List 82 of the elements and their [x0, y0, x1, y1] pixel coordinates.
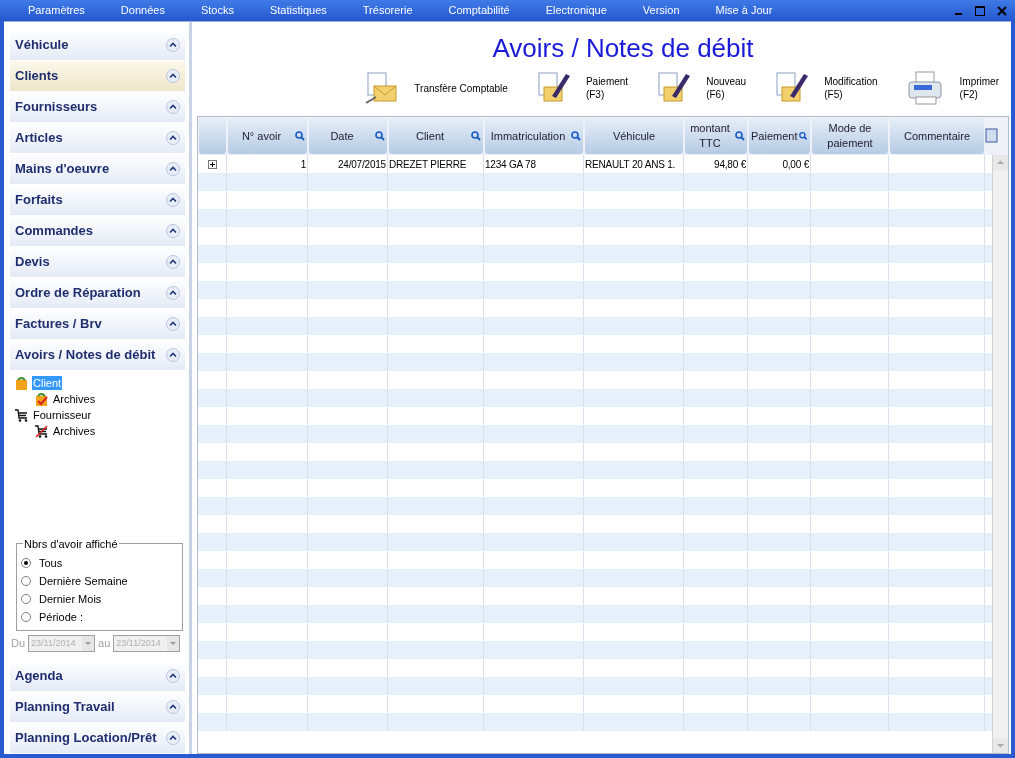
search-icon[interactable] [799, 131, 808, 141]
menu-item[interactable]: Mise à Jour [715, 2, 773, 19]
sidebar-section[interactable]: Agenda [10, 661, 185, 691]
radio-label: Période : [39, 609, 84, 625]
collapse-icon[interactable] [166, 224, 180, 238]
section-label: Forfaits [15, 191, 63, 210]
column-header [199, 118, 226, 154]
search-icon[interactable] [571, 131, 581, 141]
column-header[interactable]: Client [389, 118, 483, 154]
toolbar-button[interactable]: Transfère Comptable [364, 70, 508, 106]
column-header[interactable]: N° avoir [228, 118, 307, 154]
bag-check-icon [34, 391, 49, 407]
menu-item[interactable]: Paramètres [28, 2, 85, 19]
cart-icon [14, 407, 29, 423]
section-label: Agenda [15, 667, 63, 686]
sidebar-section[interactable]: Forfaits [10, 185, 185, 215]
column-header[interactable]: Paiement [749, 118, 810, 154]
collapse-icon[interactable] [166, 348, 180, 362]
sidebar-section[interactable]: Factures / Brv [10, 309, 185, 339]
collapse-icon[interactable] [166, 317, 180, 331]
section-label: Avoirs / Notes de débit [15, 346, 156, 365]
collapse-icon[interactable] [166, 131, 180, 145]
toolbar-button[interactable]: Nouveau (F6) [656, 70, 747, 106]
search-icon[interactable] [471, 131, 481, 141]
close-icon[interactable] [997, 5, 1007, 16]
column-header[interactable]: Immatriculation [485, 118, 583, 154]
column-header[interactable]: Mode de paiement [812, 118, 888, 154]
search-icon[interactable] [375, 131, 385, 141]
column-header[interactable]: Véhicule [585, 118, 683, 154]
menu-item[interactable]: Données [120, 2, 165, 19]
radio-label: Tous [39, 555, 63, 571]
toolbar-button[interactable]: Paiement (F3) [535, 70, 629, 106]
toolbar-button[interactable]: Imprimer (F2) [905, 70, 999, 106]
column-header[interactable]: Commentaire [890, 118, 984, 154]
collapse-icon[interactable] [166, 286, 180, 300]
section-label: Articles [15, 129, 63, 148]
collapse-icon[interactable] [166, 669, 180, 683]
sidebar-section[interactable]: Clients [10, 61, 185, 91]
radio-label: Dernière Semaine [39, 573, 128, 589]
radio-label: Dernier Mois [39, 591, 102, 607]
menu-item[interactable]: Trésorerie [362, 2, 413, 19]
sidebar-section[interactable]: Articles [10, 123, 185, 153]
section-label: Planning Location/Prêt [15, 729, 157, 748]
page-title: Avoirs / Notes de débit [491, 32, 755, 64]
column-header[interactable]: Date [309, 118, 387, 154]
section-label: Ordre de Réparation [15, 284, 141, 303]
bag-icon [14, 375, 29, 391]
sidebar-section[interactable]: Devis [10, 247, 185, 277]
collapse-icon[interactable] [166, 700, 180, 714]
section-label: Mains d'oeuvre [15, 160, 110, 179]
menu-item[interactable]: Stocks [200, 2, 234, 19]
from-label: Du [11, 636, 26, 652]
section-label: Clients [15, 67, 59, 86]
section-label: Planning Travail [15, 698, 115, 717]
menu-item[interactable]: Comptabilité [448, 2, 510, 19]
section-label: Factures / Brv [15, 315, 102, 334]
expand-icon[interactable] [207, 159, 217, 169]
tree-item[interactable]: Fournisseur [32, 408, 93, 422]
collapse-icon[interactable] [166, 162, 180, 176]
collapse-icon[interactable] [166, 100, 180, 114]
search-icon[interactable] [735, 131, 745, 141]
menu-item[interactable]: Version [642, 2, 680, 19]
section-label: Véhicule [15, 36, 69, 55]
collapse-icon[interactable] [166, 69, 180, 83]
collapse-icon[interactable] [166, 255, 180, 269]
tree-item[interactable]: Archives [52, 392, 97, 406]
section-label: Devis [15, 253, 50, 272]
menu-item[interactable]: Electronique [545, 2, 607, 19]
section-label: Commandes [15, 222, 94, 241]
cart-crossed-icon [34, 423, 49, 439]
column-header[interactable]: montant TTC [685, 118, 747, 154]
maximize-icon[interactable] [975, 5, 985, 16]
menu-item[interactable]: Statistiques [269, 2, 327, 19]
sidebar-section[interactable]: Planning Location/Prêt [10, 723, 185, 753]
search-icon[interactable] [295, 131, 305, 141]
collapse-icon[interactable] [166, 731, 180, 745]
collapse-icon[interactable] [166, 193, 180, 207]
collapse-icon[interactable] [166, 38, 180, 52]
tree-item[interactable]: Archives [52, 424, 97, 438]
to-label: au [98, 636, 111, 652]
section-label: Fournisseurs [15, 98, 98, 117]
toolbar-button[interactable]: Modification (F5) [774, 70, 878, 106]
